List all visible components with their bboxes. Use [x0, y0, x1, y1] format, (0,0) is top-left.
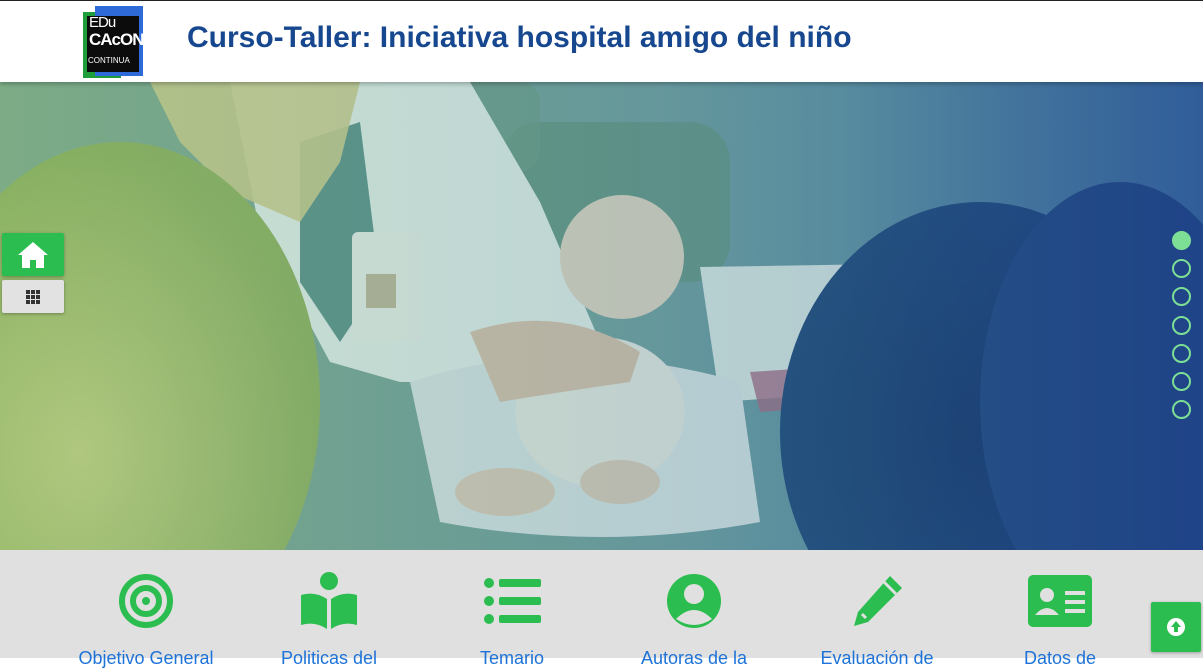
menu-item-label: Autoras de la	[640, 648, 748, 668]
menu-item-label: Politicas del	[280, 648, 378, 668]
home-button[interactable]	[2, 233, 64, 276]
target-icon	[119, 574, 173, 628]
slider-dot-1[interactable]	[1172, 231, 1191, 250]
hero-overlay	[0, 82, 1203, 550]
logo-text-3: CONTINUA	[88, 56, 130, 65]
menu-item-label: Objetivo General	[78, 648, 214, 668]
slider-dots	[1172, 231, 1191, 428]
page-title: Curso-Taller: Iniciativa hospital amigo …	[187, 21, 852, 54]
id-card-icon	[1028, 575, 1092, 627]
logo-text-2: CAcON	[89, 30, 145, 49]
hero-slider	[0, 82, 1203, 550]
slider-dot-7[interactable]	[1172, 400, 1191, 420]
logo[interactable]: EDu CAcON CONTINUA	[83, 6, 145, 78]
slider-dot-3[interactable]	[1172, 287, 1191, 307]
grid-icon	[26, 289, 40, 304]
menu-item-autoras[interactable]: Autoras de la	[609, 570, 779, 669]
back-to-top-button[interactable]	[1151, 602, 1201, 652]
arrow-up-circle-icon	[1167, 618, 1185, 636]
slider-dot-5[interactable]	[1172, 343, 1191, 363]
slider-dot-4[interactable]	[1172, 315, 1191, 335]
open-book-icon	[301, 572, 357, 629]
pencil-icon	[854, 576, 902, 626]
list-icon	[484, 578, 541, 624]
slider-dot-2[interactable]	[1172, 259, 1191, 279]
grid-menu-button[interactable]	[2, 280, 64, 313]
logo-text-1: EDu	[89, 14, 116, 31]
menu-item-temario[interactable]: Temario	[427, 570, 597, 669]
menu-item-objetivo[interactable]: Objetivo General	[61, 570, 231, 669]
home-icon	[18, 241, 48, 268]
menu-item-politicas[interactable]: Politicas del	[244, 570, 414, 669]
menu-item-datos[interactable]: Datos de	[975, 570, 1145, 669]
section-menu: Objetivo General Politicas del Temario A…	[0, 550, 1203, 668]
menu-item-label: Datos de	[1023, 648, 1097, 668]
menu-item-label: Evaluación de	[820, 648, 934, 668]
slider-dot-6[interactable]	[1172, 371, 1191, 391]
user-circle-icon	[667, 574, 721, 628]
site-header: EDu CAcON CONTINUA Curso-Taller: Iniciat…	[0, 0, 1203, 82]
menu-item-evaluacion[interactable]: Evaluación de	[792, 570, 962, 669]
menu-item-label: Temario	[479, 648, 545, 668]
